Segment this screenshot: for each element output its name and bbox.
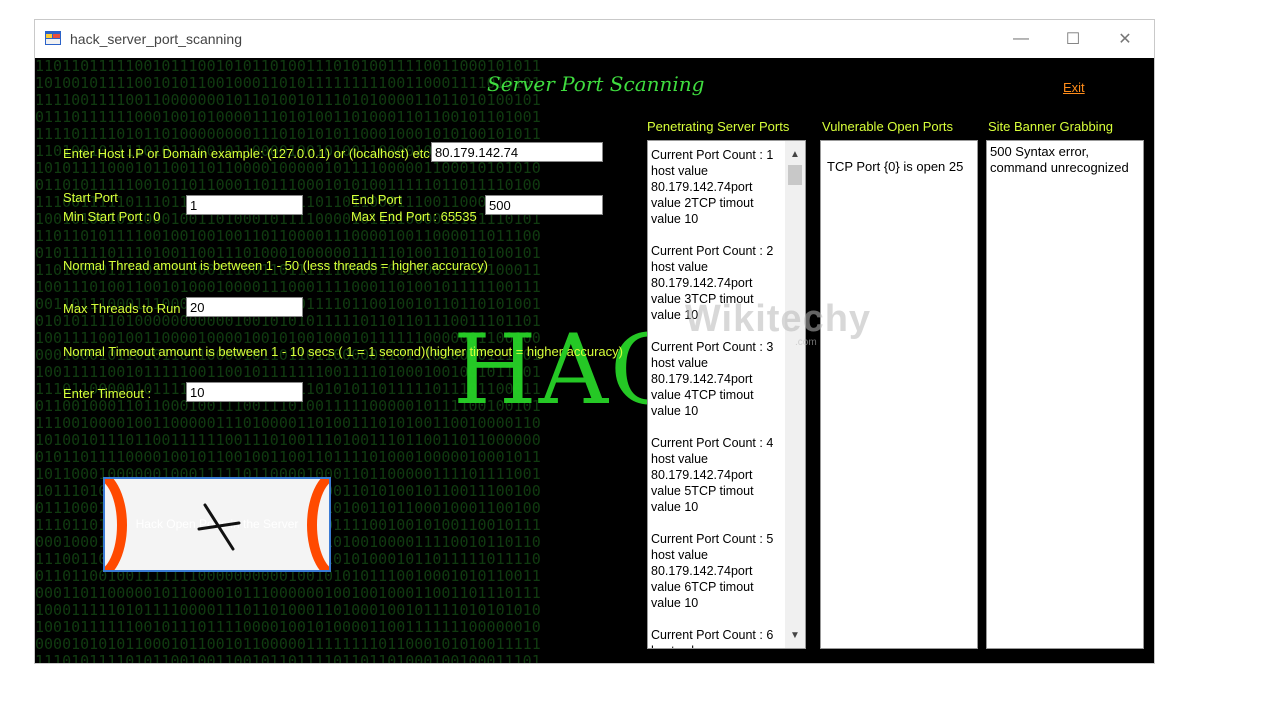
list-item: Current Port Count : 3 host value 80.179.1… [651,339,783,419]
thread-note: Normal Thread amount is between 1 - 50 (… [63,258,488,273]
entry-count: Current Port Count : 5 [651,532,774,546]
list-item: Current Port Count : 1 host value 80.179.1… [651,147,783,227]
start-port-input[interactable] [186,195,303,215]
entry-detail: 80.179.142.74port value 2TCP timout valu… [651,180,754,226]
timeout-input[interactable] [186,382,303,402]
entry-host: host value [651,260,708,274]
end-port-input[interactable] [485,195,603,215]
entry-host: host value [651,356,708,370]
timeout-note: Normal Timeout amount is between 1 - 10 … [63,344,623,359]
banner-grabbing-list[interactable]: 500 Syntax error, command unrecognized [986,140,1144,649]
exit-link[interactable]: Exit [1063,80,1085,95]
maximize-button[interactable]: ☐ [1047,20,1099,58]
host-label: Enter Host I.P or Domain example: (127.0… [63,146,438,161]
penetrating-ports-list[interactable]: Current Port Count : 1 host value 80.179.1… [647,140,806,649]
watermark-logo: Wikitechy [685,298,872,340]
entry-host: host value [651,452,708,466]
end-port-label: End Port [351,192,402,207]
start-port-label: Start Port [63,190,118,205]
banner-grabbing-heading: Site Banner Grabbing [988,119,1114,134]
minimize-button[interactable]: — [995,20,1047,58]
list-item: Current Port Count : 6host value [651,627,783,648]
page-title: Server Port Scanning [487,72,705,96]
start-port-hint: Min Start Port : 0 [63,209,161,224]
vulnerable-ports-list[interactable]: TCP Port {0} is open 25 [820,140,978,649]
scrollbar[interactable]: ▲ ▼ [785,141,805,648]
list-item: Current Port Count : 5 host value 80.179.1… [651,531,783,611]
max-threads-input[interactable] [186,297,303,317]
watermark-suffix: .com [795,337,817,348]
app-window: hack_server_port_scanning — ☐ ✕ 11011011… [34,19,1155,664]
vulnerable-ports-heading: Vulnerable Open Ports [822,119,954,134]
entry-count: Current Port Count : 6 [651,628,774,642]
entry-count: Current Port Count : 3 [651,340,774,354]
app-icon [45,31,61,45]
hack-open-ports-button[interactable]: Hack Open Ports in the Server [103,477,331,572]
scroll-up-icon[interactable]: ▲ [785,145,805,163]
entry-detail: 80.179.142.74port value 4TCP timout valu… [651,372,754,418]
binary-row: 1110101111010110010011001011011110110110… [35,652,541,664]
entry-host: host value [651,548,708,562]
host-input[interactable] [431,142,603,162]
list-item: TCP Port {0} is open 25 [827,159,964,174]
scroll-down-icon[interactable]: ▼ [785,626,805,644]
client-area: 1101101111100101110010101101001110101001… [35,58,1154,664]
list-item: 500 Syntax error, command unrecognized [990,144,1129,175]
binary-row: 0111011111100010010100001110101001101000… [35,108,541,126]
crosshair-icon [195,499,243,560]
scroll-thumb[interactable] [788,165,802,185]
close-button[interactable]: ✕ [1099,20,1151,58]
max-threads-label: Max Threads to Run [63,301,181,316]
window-title: hack_server_port_scanning [70,31,242,47]
entry-count: Current Port Count : 2 [651,244,774,258]
entry-host: host value [651,164,708,178]
entry-detail: 80.179.142.74port value 6TCP timout valu… [651,564,754,610]
penetrating-entries: Current Port Count : 1 host value 80.179.1… [651,147,783,648]
end-port-hint: Max End Port : 65535 [351,209,477,224]
timeout-label: Enter Timeout : [63,386,152,401]
entry-detail: 80.179.142.74port value 5TCP timout valu… [651,468,754,514]
entry-count: Current Port Count : 1 [651,148,774,162]
entry-count: Current Port Count : 4 [651,436,774,450]
entry-host: host value [651,643,783,648]
penetrating-ports-heading: Penetrating Server Ports [647,119,790,134]
list-item: Current Port Count : 4 host value 80.179.1… [651,435,783,515]
title-bar: hack_server_port_scanning — ☐ ✕ [35,20,1154,58]
